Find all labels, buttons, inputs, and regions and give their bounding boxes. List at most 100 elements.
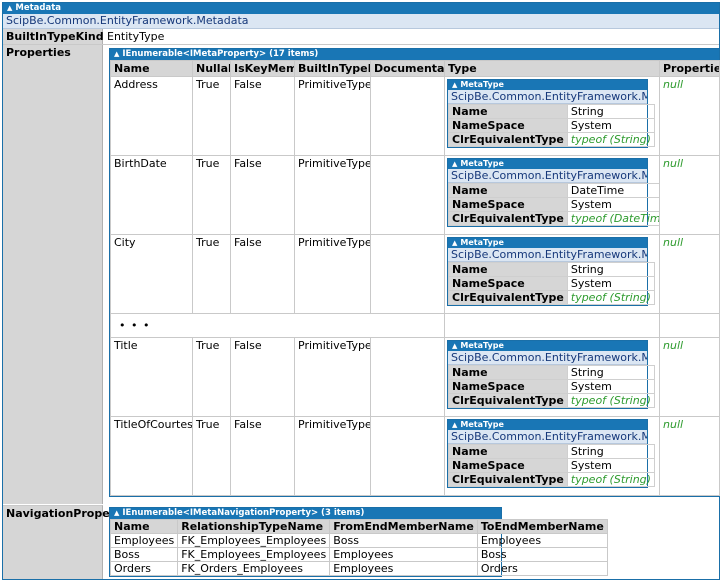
metatype-row: ClrEquivalentType typeof (String) [448,393,655,408]
prop-builtintypekind: PrimitiveType [294,155,371,235]
column-properties[interactable]: Properties [659,60,720,77]
metadata-type-name: ScipBe.Common.EntityFramework.Metadata [3,14,719,29]
metadata-header-label: Metadata [15,3,62,13]
prop-nullable: True [192,337,231,417]
properties-header-label: IEnumerable<IMetaProperty> (17 items) [122,49,319,59]
column-builtintypekind[interactable]: BuiltInTypeKind [294,60,371,77]
navigation-header[interactable]: ▲ IEnumerable<IMetaNavigationProperty> (3… [110,508,501,519]
nav-cell: Orders [109,561,179,576]
table-row: City True False PrimitiveType ▲ MetaType ScipB… [110,234,720,314]
nav-column-relationshiptypename[interactable]: RelationshipTypeName [177,519,331,534]
metatype-header[interactable]: ▲ MetaType [448,238,647,248]
column-type[interactable]: Type [444,60,660,77]
table-row: BirthDate True False PrimitiveType ▲ MetaType… [110,155,720,235]
prop-name: TitleOfCourtesy [110,416,193,496]
collapse-triangle-icon[interactable]: ▲ [114,50,119,58]
metatype-value: System [566,458,655,473]
metatype-header[interactable]: ▲ MetaType [448,159,647,169]
prop-name: Title [110,337,193,417]
collapse-triangle-icon[interactable]: ▲ [452,160,457,168]
metatype-row: Name String [448,444,655,459]
column-iskeymember[interactable]: IsKeyMember [230,60,295,77]
metatype-value: typeof (DateTime) [566,211,659,226]
metadata-header[interactable]: ▲ Metadata [3,3,719,14]
metatype-row: Name String [448,365,655,380]
nav-cell: Employees [109,533,179,548]
prop-documentation [370,337,445,417]
metatype-value: typeof (String) [566,290,655,305]
metatype-value: System [566,197,659,212]
prop-type: ▲MetaTypeScipBe.Common.EntityFramework.M… [444,416,660,496]
prop-properties: null [659,416,720,496]
metatype-header[interactable]: ▲ MetaType [448,420,647,430]
prop-iskeymember: False [230,337,295,417]
prop-nullable: True [192,155,231,235]
metatype-value: System [566,118,655,133]
prop-documentation [370,234,445,314]
collapse-triangle-icon[interactable]: ▲ [114,509,119,517]
collapse-triangle-icon[interactable]: ▲ [452,81,457,89]
properties-table: ▲ IEnumerable<IMetaProperty> (17 items) N… [109,48,720,497]
column-nullable[interactable]: Nullable [192,60,231,77]
prop-iskeymember: False [230,416,295,496]
column-name[interactable]: Name [110,60,193,77]
table-row: Orders FK_Orders_Employees Employees Ord… [109,561,608,576]
prop-properties: null [659,155,720,235]
nav-column-toendmembername[interactable]: ToEndMemberName [476,519,608,534]
metatype-key: ClrEquivalentType [448,211,568,226]
metatype-value: String [566,365,655,380]
nav-cell: FK_Employees_Employees [177,547,331,562]
ellipsis-props-cell [659,313,720,338]
metatype-panel: ▲MetaTypeScipBe.Common.EntityFramework.M… [447,419,655,488]
collapse-triangle-icon[interactable]: ▲ [7,4,12,12]
metatype-key: NameSpace [448,118,568,133]
nav-cell: Boss [476,547,608,562]
prop-type: ▲MetaTypeScipBe.Common.EntityFramework.M… [444,76,660,156]
nav-column-name[interactable]: Name [109,519,179,534]
table-row: TitleOfCourtesy True False PrimitiveType ▲ Me… [110,416,720,496]
nav-cell: FK_Orders_Employees [177,561,331,576]
metatype-type-name: ScipBe.Common.EntityFramework.MetaType [448,430,647,444]
prop-documentation [370,76,445,156]
properties-header[interactable]: ▲ IEnumerable<IMetaProperty> (17 items) [110,49,719,60]
builtin-row: BuiltInTypeKind EntityType [3,29,719,45]
prop-name: Address [110,76,193,156]
collapse-triangle-icon[interactable]: ▲ [452,342,457,350]
builtin-value: EntityType [107,30,165,43]
properties-column-header-row: Name Nullable IsKeyMember BuiltInTypeKin… [110,60,720,77]
table-row: Employees FK_Employees_Employees Boss Em… [109,533,608,548]
table-row: Boss FK_Employees_Employees Employees Bo… [109,547,608,562]
metatype-key: NameSpace [448,379,568,394]
metatype-header[interactable]: ▲ MetaType [448,341,647,351]
prop-nullable: True [192,234,231,314]
nav-cell: Boss [329,533,478,548]
collapse-triangle-icon[interactable]: ▲ [452,421,457,429]
metatype-header-label: MetaType [460,159,504,168]
metatype-row: NameSpace System [448,458,655,473]
metatype-row: Name DateTime [448,183,659,198]
metatype-key: Name [448,262,568,277]
prop-type: ▲MetaTypeScipBe.Common.EntityFramework.M… [444,337,660,417]
column-documentation[interactable]: Documentation [370,60,445,77]
prop-documentation [370,155,445,235]
metatype-row: ClrEquivalentType typeof (String) [448,290,655,305]
navigation-header-label: IEnumerable<IMetaNavigationProperty> (3 … [122,508,365,518]
metatype-key: ClrEquivalentType [448,290,568,305]
metatype-value: String [566,262,655,277]
nav-column-fromendmembername[interactable]: FromEndMemberName [329,519,478,534]
metatype-key: Name [448,444,568,459]
metatype-row: ClrEquivalentType typeof (String) [448,472,655,487]
navigation-column-header-row: Name RelationshipTypeName FromEndMemberN… [109,519,608,534]
prop-name: BirthDate [110,155,193,235]
prop-builtintypekind: PrimitiveType [294,234,371,314]
metatype-header-label: MetaType [460,238,504,247]
metatype-row: NameSpace System [448,379,655,394]
metatype-header[interactable]: ▲ MetaType [448,80,647,90]
metatype-value: System [566,379,655,394]
nav-cell: Employees [329,547,478,562]
metatype-header-label: MetaType [460,420,504,429]
metatype-key: ClrEquivalentType [448,472,568,487]
metatype-key: Name [448,365,568,380]
collapse-triangle-icon[interactable]: ▲ [452,239,457,247]
metatype-value: String [566,104,655,119]
